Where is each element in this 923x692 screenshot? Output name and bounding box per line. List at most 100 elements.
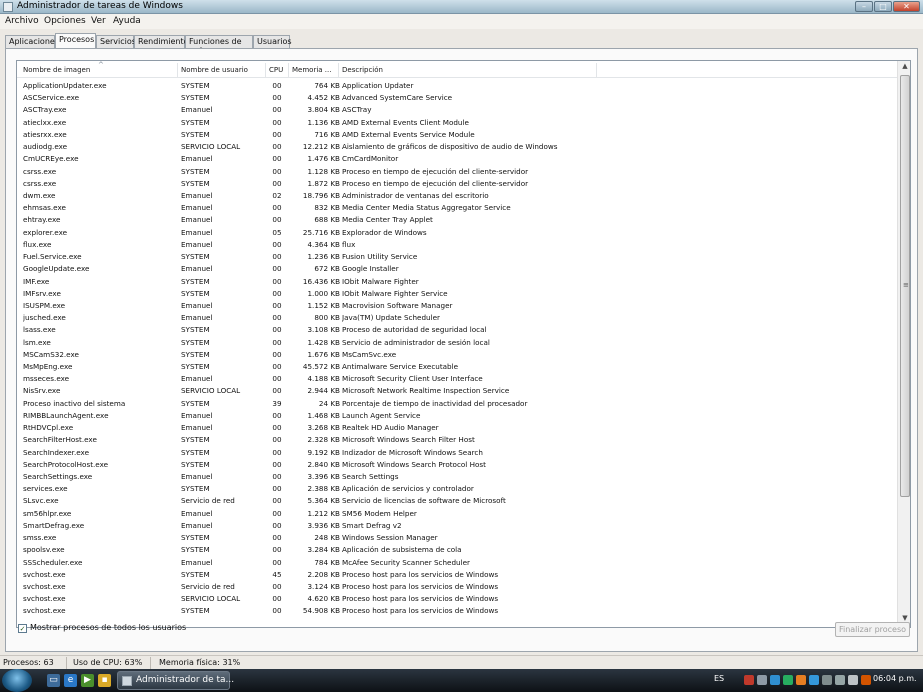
process-name: ApplicationUpdater.exe — [23, 81, 107, 90]
process-row[interactable]: lsass.exe SYSTEM 00 3.108 KB Proceso de auto… — [17, 324, 897, 336]
process-row[interactable]: SearchSettings.exe Emanuel 00 3.396 KB Searc… — [17, 471, 897, 483]
process-row[interactable]: svchost.exe SERVICIO LOCAL 00 4.620 KB Proce… — [17, 593, 897, 605]
menu-bar: Archivo Opciones Ver Ayuda — [0, 14, 923, 29]
column-header-user-name[interactable]: Nombre de usuario — [178, 63, 266, 78]
process-list[interactable]: Nombre de imagen ^ Nombre de usuario CPU… — [16, 60, 911, 628]
process-row[interactable]: MSCamS32.exe SYSTEM 00 1.676 KB MsCamSvc.exe — [17, 349, 897, 361]
process-row[interactable]: csrss.exe SYSTEM 00 1.872 KB Proceso en tiem… — [17, 178, 897, 190]
tab-rendimiento[interactable]: Rendimiento — [134, 35, 189, 48]
taskbar-button-task-manager[interactable]: Administrador de ta... — [117, 671, 234, 690]
process-user: Emanuel — [181, 227, 213, 237]
process-description: Proceso de autoridad de seguridad local — [342, 325, 487, 335]
process-row[interactable]: SSScheduler.exe Emanuel 00 784 KB McAfee Sec… — [17, 557, 897, 569]
task-manager-icon — [3, 2, 13, 12]
process-rows: ApplicationUpdater.exe SYSTEM 00 764 KB Appl… — [17, 80, 897, 618]
process-row[interactable]: ISUSPM.exe Emanuel 00 1.152 KB Macrovision S… — [17, 300, 897, 312]
process-row[interactable]: NisSrv.exe SERVICIO LOCAL 00 2.944 KB Micros… — [17, 385, 897, 397]
minimize-button[interactable]: – — [855, 1, 873, 12]
process-row[interactable]: svchost.exe SYSTEM 00 54.908 KB Proceso host… — [17, 605, 897, 617]
language-indicator[interactable]: ES — [714, 674, 724, 683]
process-row[interactable]: SLsvc.exe Servicio de red 00 5.364 KB Servic… — [17, 495, 897, 507]
end-process-button[interactable]: Finalizar proceso — [835, 622, 910, 637]
process-row[interactable]: MsMpEng.exe SYSTEM 00 45.572 KB Antimalware … — [17, 361, 897, 373]
column-header-description[interactable]: Descripción — [339, 63, 597, 78]
process-row[interactable]: RtHDVCpl.exe Emanuel 00 3.268 KB Realtek HD … — [17, 422, 897, 434]
vertical-scrollbar[interactable]: ▲ ≡ ▼ — [897, 61, 910, 627]
tray-app-icon[interactable] — [757, 675, 767, 685]
network-icon[interactable] — [822, 675, 832, 685]
close-button[interactable]: ✕ — [893, 1, 920, 12]
process-row[interactable]: atiesrxx.exe SYSTEM 00 716 KB AMD External E… — [17, 129, 897, 141]
title-bar[interactable]: Administrador de tareas de Windows – □ ✕ — [0, 0, 923, 14]
tray-app-icon[interactable] — [744, 675, 754, 685]
process-row[interactable]: IMF.exe SYSTEM 00 16.436 KB IObit Malware Fi… — [17, 276, 897, 288]
process-row[interactable]: jusched.exe Emanuel 00 800 KB Java(TM) Updat… — [17, 312, 897, 324]
process-row[interactable]: svchost.exe Servicio de red 00 3.124 KB Proc… — [17, 581, 897, 593]
column-header-cpu[interactable]: CPU — [266, 63, 289, 78]
tray-app-icon[interactable] — [783, 675, 793, 685]
process-row[interactable]: GoogleUpdate.exe Emanuel 00 672 KB Google In… — [17, 263, 897, 275]
tray-app-icon[interactable] — [809, 675, 819, 685]
process-row[interactable]: Proceso inactivo del sistema SYSTEM 39 24 K… — [17, 398, 897, 410]
process-row[interactable]: CmUCREye.exe Emanuel 00 1.476 KB CmCardMonit… — [17, 153, 897, 165]
start-button[interactable] — [2, 669, 32, 692]
maximize-button[interactable]: □ — [874, 1, 892, 12]
process-row[interactable]: SearchProtocolHost.exe SYSTEM 00 2.840 KB Mi… — [17, 459, 897, 471]
process-row[interactable]: SearchIndexer.exe SYSTEM 00 9.192 KB Indizad… — [17, 447, 897, 459]
media-player-icon[interactable]: ▶ — [81, 674, 94, 687]
process-memory: 2.388 KB — [307, 484, 340, 494]
column-label-image-name: Nombre de imagen — [23, 66, 91, 74]
process-row[interactable]: SearchFilterHost.exe SYSTEM 00 2.328 KB Micr… — [17, 434, 897, 446]
menu-opciones[interactable]: Opciones — [44, 16, 86, 26]
menu-ayuda[interactable]: Ayuda — [113, 16, 141, 26]
process-row[interactable]: explorer.exe Emanuel 05 25.716 KB Explorador… — [17, 227, 897, 239]
process-row[interactable]: dwm.exe Emanuel 02 18.796 KB Administrador d… — [17, 190, 897, 202]
process-row[interactable]: lsm.exe SYSTEM 00 1.428 KB Servicio de admin… — [17, 337, 897, 349]
power-icon[interactable] — [835, 675, 845, 685]
volume-icon[interactable] — [848, 675, 858, 685]
process-row[interactable]: ApplicationUpdater.exe SYSTEM 00 764 KB Appl… — [17, 80, 897, 92]
scroll-up-arrow-icon[interactable]: ▲ — [899, 62, 910, 74]
tab-servicios[interactable]: Servicios — [96, 35, 136, 48]
process-row[interactable]: atieclxx.exe SYSTEM 00 1.136 KB AMD External… — [17, 117, 897, 129]
process-row[interactable]: spoolsv.exe SYSTEM 00 3.284 KB Aplicación de… — [17, 544, 897, 556]
process-row[interactable]: smss.exe SYSTEM 00 248 KB Windows Session Ma… — [17, 532, 897, 544]
tab-aplicaciones[interactable]: Aplicaciones — [5, 35, 59, 48]
process-row[interactable]: ehtray.exe Emanuel 00 688 KB Media Center Tr… — [17, 214, 897, 226]
security-icon[interactable] — [861, 675, 871, 685]
menu-ver[interactable]: Ver — [91, 16, 106, 26]
scrollbar-thumb[interactable]: ≡ — [900, 75, 910, 497]
process-row[interactable]: IMFsrv.exe SYSTEM 00 1.000 KB IObit Malware … — [17, 288, 897, 300]
process-row[interactable]: Fuel.Service.exe SYSTEM 00 1.236 KB Fusion U… — [17, 251, 897, 263]
tab-procesos[interactable]: Procesos — [55, 33, 96, 48]
process-memory: 2.944 KB — [307, 386, 340, 396]
folder-icon[interactable]: ▪ — [98, 674, 111, 687]
tab-usuarios[interactable]: Usuarios — [253, 35, 292, 48]
process-row[interactable]: csrss.exe SYSTEM 00 1.128 KB Proceso en tiem… — [17, 166, 897, 178]
process-row[interactable]: sm56hlpr.exe Emanuel 00 1.212 KB SM56 Modem … — [17, 508, 897, 520]
process-row[interactable]: ASCTray.exe Emanuel 00 3.804 KB ASCTray — [17, 104, 897, 116]
show-all-users-checkbox[interactable]: ✓ — [18, 624, 27, 633]
tray-app-icon[interactable] — [770, 675, 780, 685]
process-row[interactable]: audiodg.exe SERVICIO LOCAL 00 12.212 KB Aisl… — [17, 141, 897, 153]
show-desktop-icon[interactable]: ▭ — [47, 674, 60, 687]
column-header-image-name[interactable]: Nombre de imagen ^ — [20, 61, 178, 78]
process-user: SYSTEM — [181, 435, 210, 445]
process-cpu: 00 — [272, 362, 282, 372]
process-row[interactable]: flux.exe Emanuel 00 4.364 KB flux — [17, 239, 897, 251]
column-header-memory[interactable]: Memoria ... — [289, 63, 339, 78]
menu-archivo[interactable]: Archivo — [5, 16, 39, 26]
status-cpu: Uso de CPU: 63% — [73, 658, 143, 667]
process-name: RIMBBLaunchAgent.exe — [23, 410, 109, 420]
process-row[interactable]: services.exe SYSTEM 00 2.388 KB Aplicación d… — [17, 483, 897, 495]
process-row[interactable]: SmartDefrag.exe Emanuel 00 3.936 KB Smart De… — [17, 520, 897, 532]
clock[interactable]: 06:04 p.m. — [873, 674, 917, 683]
process-row[interactable]: ehmsas.exe Emanuel 00 832 KB Media Center Me… — [17, 202, 897, 214]
process-row[interactable]: msseces.exe Emanuel 00 4.188 KB Microsoft Se… — [17, 373, 897, 385]
tray-app-icon[interactable] — [796, 675, 806, 685]
internet-explorer-icon[interactable]: e — [64, 674, 77, 687]
tab-funciones-de-red[interactable]: Funciones de red — [185, 35, 253, 55]
process-row[interactable]: ASCService.exe SYSTEM 00 4.452 KB Advanced S… — [17, 92, 897, 104]
process-row[interactable]: RIMBBLaunchAgent.exe Emanuel 00 1.468 KB Lau… — [17, 410, 897, 422]
process-row[interactable]: svchost.exe SYSTEM 45 2.208 KB Proceso host … — [17, 569, 897, 581]
